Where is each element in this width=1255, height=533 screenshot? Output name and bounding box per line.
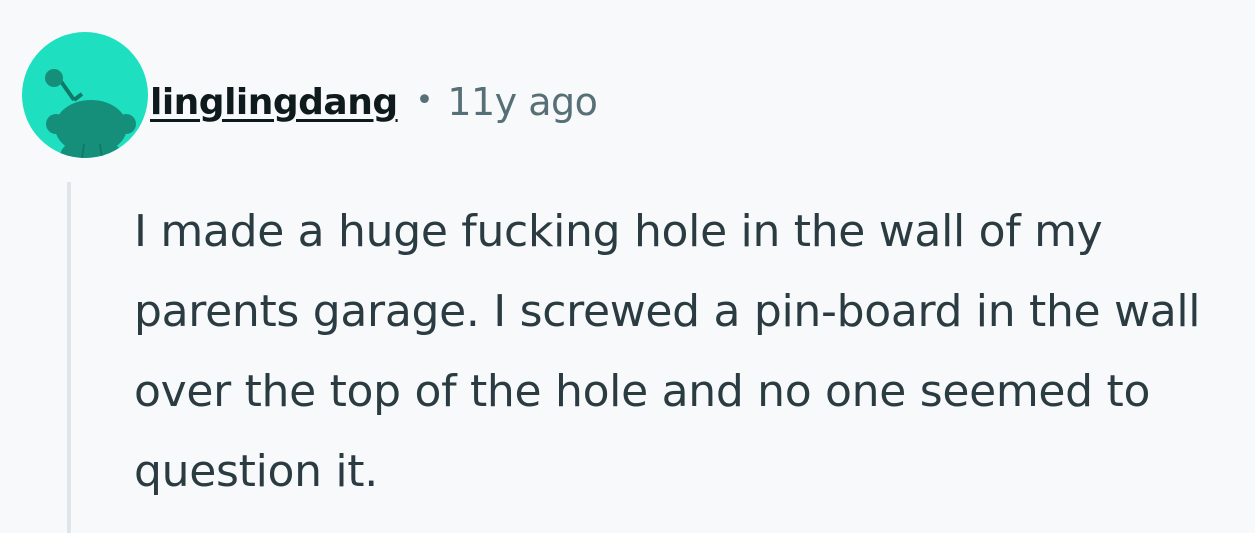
avatar[interactable] xyxy=(22,32,148,158)
comment-meta: linglingdang • 11y ago xyxy=(150,72,598,132)
reddit-snoo-avatar-icon xyxy=(45,69,136,158)
timestamp[interactable]: 11y ago xyxy=(447,80,598,124)
meta-separator: • xyxy=(415,82,434,118)
username-link[interactable]: linglingdang xyxy=(150,82,398,123)
comment-body: I made a huge fucking hole in the wall o… xyxy=(134,206,1201,497)
thread-collapse-line[interactable] xyxy=(67,182,71,533)
comment: linglingdang • 11y ago I made a huge fuc… xyxy=(0,0,1255,533)
